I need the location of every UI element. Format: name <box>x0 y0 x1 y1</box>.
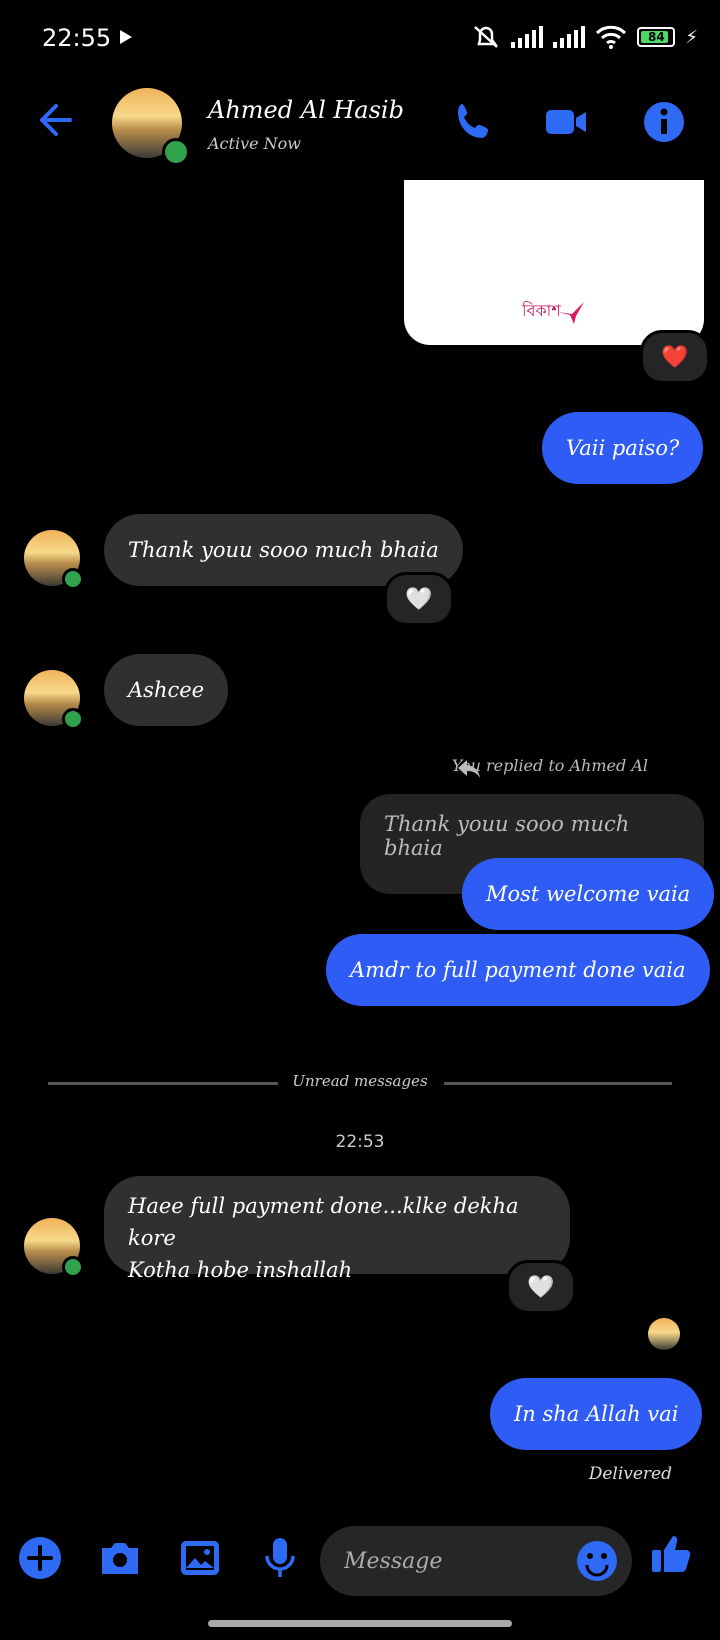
plus-icon[interactable] <box>18 1536 62 1580</box>
online-indicator <box>62 1256 84 1278</box>
message-input-box[interactable] <box>320 1526 632 1596</box>
camera-icon[interactable] <box>98 1536 142 1580</box>
phone-icon[interactable] <box>452 100 496 144</box>
reaction-badge[interactable]: ❤️ <box>640 330 710 384</box>
online-indicator <box>162 138 190 166</box>
reaction-badge[interactable]: 🤍 <box>384 572 454 626</box>
emoji-icon[interactable] <box>576 1540 618 1582</box>
play-icon <box>120 30 132 44</box>
mute-icon <box>474 26 499 48</box>
wifi-icon <box>596 25 627 49</box>
microphone-icon[interactable] <box>258 1536 302 1580</box>
timestamp: 22:53 <box>335 1132 385 1152</box>
active-status: Active Now <box>208 134 301 153</box>
message-input[interactable] <box>342 1540 566 1582</box>
delivery-status: Delivered <box>588 1464 672 1484</box>
message-line: Haee full payment done...klke dekha kore <box>128 1194 519 1250</box>
message-bubble-outgoing[interactable]: Most welcome vaia <box>462 858 715 930</box>
contact-name[interactable]: Ahmed Al Hasib <box>208 96 404 124</box>
bird-logo-icon <box>558 302 584 324</box>
status-time: 22:55 <box>42 24 112 52</box>
online-indicator <box>62 708 84 730</box>
online-indicator <box>62 568 84 590</box>
battery-level: 84 <box>648 30 665 44</box>
seen-avatar <box>648 1318 680 1350</box>
like-icon[interactable] <box>650 1532 694 1576</box>
message-line: Kotha hobe inshallah <box>128 1258 353 1282</box>
message-bubble-outgoing[interactable]: Vaii paiso? <box>542 412 704 484</box>
reaction-badge[interactable]: 🤍 <box>506 1260 576 1314</box>
battery-icon: 84 <box>637 27 676 47</box>
signal-icon <box>553 26 586 48</box>
message-bubble-incoming[interactable]: Ashcee <box>104 654 229 726</box>
brand-logo-text: বিকাশ <box>522 301 561 320</box>
unread-label: Unread messages <box>292 1072 428 1090</box>
shared-image[interactable]: বিকাশ <box>404 180 704 345</box>
home-indicator[interactable] <box>208 1620 512 1627</box>
signal-icon <box>511 26 544 48</box>
message-bubble-outgoing[interactable]: Amdr to full payment done vaia <box>326 934 710 1006</box>
back-arrow-icon[interactable] <box>34 100 74 140</box>
charging-icon: ⚡ <box>685 26 698 48</box>
info-icon[interactable] <box>642 100 686 144</box>
status-icons: 84 ⚡ <box>471 24 698 50</box>
replied-label: You replied to Ahmed Al <box>451 756 648 775</box>
message-bubble-incoming[interactable]: Haee full payment done...klke dekha kore… <box>104 1176 570 1282</box>
gallery-icon[interactable] <box>178 1536 222 1580</box>
message-bubble-outgoing[interactable]: In sha Allah vai <box>490 1378 703 1450</box>
video-call-icon[interactable] <box>544 100 588 144</box>
